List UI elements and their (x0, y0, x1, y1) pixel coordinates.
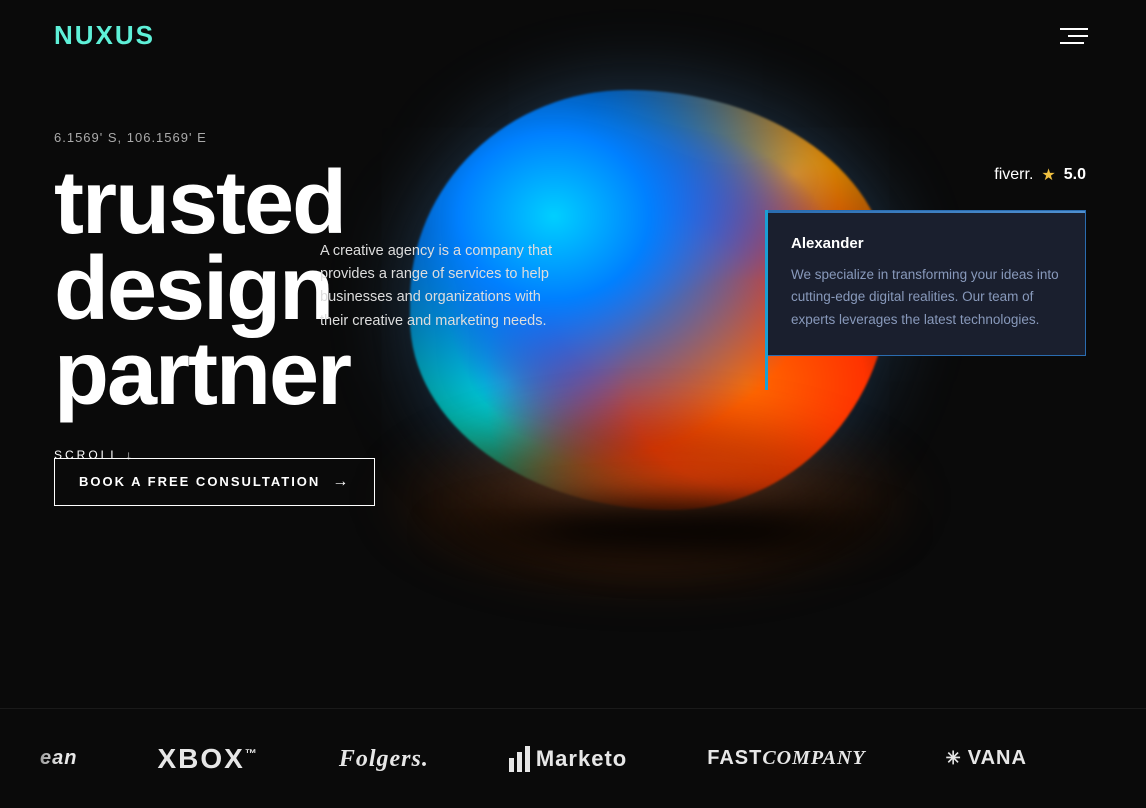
logo-folgers-label: Folgers. (339, 746, 429, 772)
cta-label: BOOK A FREE CONSULTATION (79, 474, 320, 489)
fiverr-brand: fiverr. (994, 166, 1033, 184)
cta-arrow-icon: → (332, 473, 350, 491)
logo-xbox-label: XBOX™ (157, 743, 258, 774)
logo-fastcompany: FASTCOMPANY (667, 747, 905, 770)
hero-description: A creative agency is a company that prov… (320, 240, 560, 333)
testimonial-text: We specialize in transforming your ideas… (791, 264, 1061, 331)
marketo-bars-icon (509, 746, 530, 772)
logo-vana-label: VANA (968, 747, 1027, 770)
testimonial-accent-line (765, 210, 768, 390)
logo-folgers: Folgers. (299, 745, 469, 773)
menu-button[interactable] (1056, 24, 1092, 48)
scroll-label: SCROLL ↓ (54, 448, 135, 462)
fiverr-rating: 5.0 (1064, 166, 1086, 184)
logo-fastcompany-label: FASTCOMPANY (707, 747, 865, 769)
logos-track: ean XBOX™ Folgers. Marketo FASTCOMPANY ✳… (0, 743, 1067, 775)
logos-bar: ean XBOX™ Folgers. Marketo FASTCOMPANY ✳… (0, 708, 1146, 808)
book-consultation-button[interactable]: BOOK A FREE CONSULTATION → (54, 458, 375, 506)
scroll-indicator: SCROLL ↓ (54, 448, 135, 462)
orb-shadow (420, 490, 920, 570)
logo-vana: ✳ VANA (906, 747, 1067, 770)
logo-lean-label: ean (40, 747, 77, 769)
testimonial-card: Alexander We specialize in transforming … (766, 210, 1086, 356)
logo-marketo-label: Marketo (536, 746, 627, 772)
coordinates-text: 6.1569' S, 106.1569' E (54, 130, 375, 145)
fiverr-badge: fiverr. ★ 5.0 (994, 165, 1086, 185)
title-line-3: partner (54, 324, 350, 424)
logo-marketo: Marketo (469, 746, 667, 772)
hero-section: 6.1569' S, 106.1569' E trusted design pa… (0, 0, 1146, 640)
hero-description-text: A creative agency is a company that prov… (320, 240, 560, 333)
site-logo[interactable]: NUXUS (54, 20, 155, 51)
vana-icon: ✳ (946, 748, 962, 769)
logo-lean: ean (0, 747, 117, 770)
testimonial-name: Alexander (791, 235, 1061, 252)
fiverr-star-icon: ★ (1041, 165, 1055, 185)
logo-xbox: XBOX™ (117, 743, 298, 775)
